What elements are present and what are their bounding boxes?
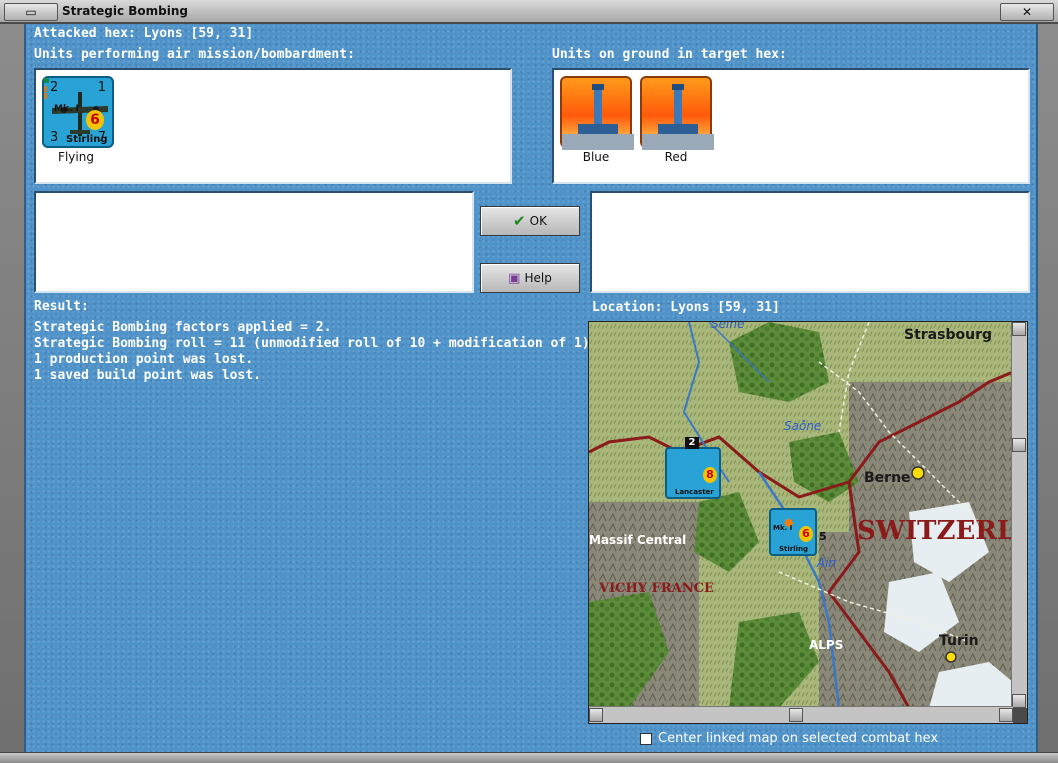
unit-factor-tr: 1 (97, 80, 106, 95)
ground-units-panel: Blue Red (552, 68, 1030, 184)
map-label-saone: Saône (784, 419, 822, 433)
stirling-map-strength: 6 (799, 526, 813, 542)
location-label: Location: Lyons [59, 31] (592, 300, 780, 315)
help-book-icon: ▣ (508, 270, 521, 286)
scroll-up-button[interactable] (1012, 322, 1026, 336)
help-button-label: Help (524, 271, 552, 285)
location-map[interactable]: Strasbourg Seine Saône Berne SWITZERL Ma… (588, 321, 1028, 724)
window-menu-icon: ▭ (25, 5, 37, 19)
scroll-down-button[interactable] (1012, 694, 1026, 708)
lancaster-strength-badge: 8 (703, 467, 717, 483)
blue-factory-unit[interactable] (560, 76, 634, 150)
unit-strength-badge: 6 (86, 110, 104, 130)
checkmark-icon: ✔ (513, 212, 526, 230)
map-label-seine: Seine (711, 321, 745, 331)
result-line: 1 production point was lost. (34, 352, 254, 367)
stack-count-badge: 2 (685, 437, 699, 449)
scroll-thumb-horizontal[interactable] (789, 708, 803, 722)
stirling-map-name: Stirling (779, 545, 809, 553)
unit-factor-bl: 3 (50, 130, 59, 145)
center-map-checkbox[interactable] (640, 732, 652, 745)
factory-icon (642, 84, 714, 150)
air-units-label: Units performing air mission/bombardment… (34, 47, 355, 62)
scroll-thumb-vertical[interactable] (1012, 438, 1026, 452)
left-info-panel (34, 191, 474, 293)
unit-mark: Mk. I (54, 104, 79, 114)
close-button[interactable]: ✕ (1000, 3, 1054, 21)
right-info-panel (590, 191, 1030, 293)
map-horizontal-scrollbar[interactable] (589, 706, 1013, 723)
window-bottom-edge (0, 752, 1058, 763)
lancaster-name: Lancaster (675, 488, 714, 496)
map-label-vichy-france: VICHY FRANCE (599, 581, 714, 596)
map-label-berne: Berne (864, 470, 911, 486)
scroll-left-button[interactable] (589, 708, 603, 722)
red-factory-unit[interactable] (640, 76, 714, 150)
map-label-switzerland: SWITZERL (857, 516, 1016, 546)
map-label-alps: ALPS (809, 638, 844, 652)
ok-button[interactable]: ✔ OK (480, 206, 580, 236)
map-vertical-scrollbar[interactable] (1011, 322, 1027, 708)
map-label-massif-central: Massif Central (589, 533, 687, 547)
stirling-unit-counter[interactable]: 2 1 Mk. I 6 3 Stirling 7 (41, 76, 114, 148)
close-icon: ✕ (1021, 5, 1033, 19)
stirling-map-mark: Mk. I (773, 524, 793, 532)
ok-button-label: OK (529, 214, 547, 228)
unit-factor-tl: 2 (50, 80, 59, 95)
result-label: Result: (34, 299, 89, 314)
result-line: Strategic Bombing factors applied = 2. (34, 320, 332, 335)
lancaster-map-counter[interactable]: 2 8 Lancaster (665, 437, 721, 499)
window-menu-button[interactable]: ▭ (4, 3, 58, 21)
map-label-ain: Ain (817, 556, 837, 570)
center-map-checkbox-row[interactable]: Center linked map on selected combat hex (640, 731, 938, 746)
map-label-strasbourg: Strasbourg (904, 327, 992, 343)
berne-city-icon (911, 466, 925, 480)
blue-unit-caption: Blue (582, 150, 610, 164)
help-button[interactable]: ▣ Help (480, 263, 580, 293)
unit-factor-br: 7 (97, 130, 106, 145)
factory-icon (562, 84, 634, 150)
turin-city-icon (945, 651, 957, 663)
result-text: Strategic Bombing factors applied = 2. S… (34, 320, 598, 384)
window-title: Strategic Bombing (62, 4, 188, 18)
result-line: 1 saved build point was lost. (34, 368, 261, 383)
scroll-right-button[interactable] (999, 708, 1013, 722)
map-label-turin: Turin (939, 633, 979, 649)
ground-units-label: Units on ground in target hex: (552, 47, 787, 62)
stirling-map-counter[interactable]: ✸ Mk. I 6 Stirling (769, 508, 817, 556)
result-line: Strategic Bombing roll = 11 (unmodified … (34, 336, 598, 351)
dialog-window: ▭ Strategic Bombing ✕ Attacked hex: Lyon… (0, 0, 1058, 763)
red-unit-caption: Red (664, 150, 688, 164)
unit-status: Flying (58, 150, 94, 164)
air-units-panel: 2 1 Mk. I 6 3 Stirling 7 Flying (34, 68, 512, 184)
title-bar: ▭ Strategic Bombing ✕ (0, 0, 1058, 24)
stirling-range-label: 5 (819, 530, 827, 543)
center-map-checkbox-label: Center linked map on selected combat hex (658, 731, 939, 746)
attacked-hex-label: Attacked hex: Lyons [59, 31] (34, 26, 254, 41)
